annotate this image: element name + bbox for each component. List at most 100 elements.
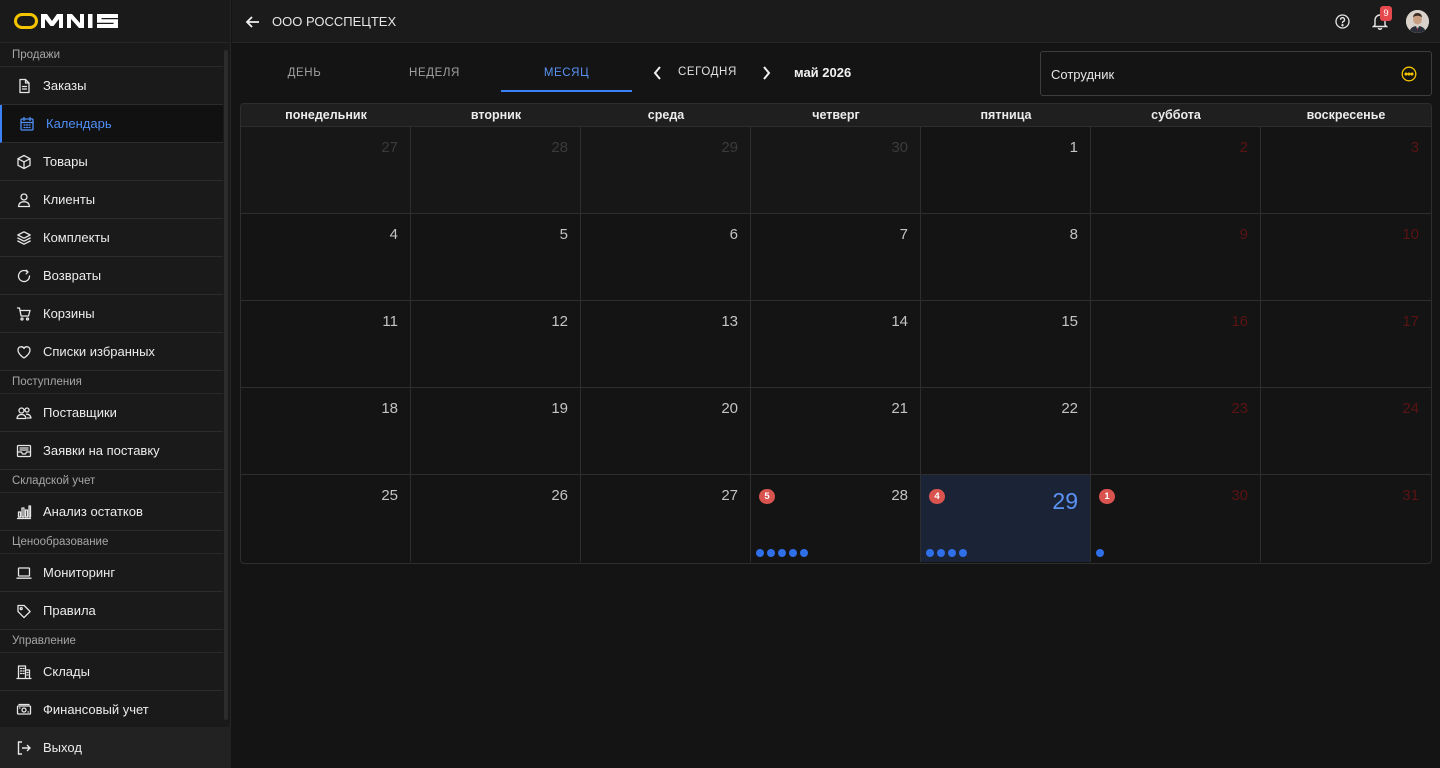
day-cell[interactable]: 17 [1261,301,1431,388]
sidebar-item-bar-chart[interactable]: Анализ остатков [0,493,223,531]
chevron-right-icon[interactable] [759,65,773,81]
top-bar: ООО РОССПЕЦТЕХ 9 [232,0,1440,43]
tab-day[interactable]: ДЕНЬ [242,44,367,92]
event-dot[interactable] [767,549,775,557]
logout-button[interactable]: Выход [0,727,231,768]
day-cell[interactable]: 9 [1091,214,1261,301]
day-cell[interactable]: 30 [751,127,921,214]
day-cell[interactable]: 28 [411,127,581,214]
sidebar-scrollbar[interactable] [224,50,228,720]
sidebar-item-users[interactable]: Поставщики [0,394,223,432]
day-cell[interactable]: 6 [581,214,751,301]
day-cell[interactable]: 24 [1261,388,1431,475]
day-cell[interactable]: 26 [411,475,581,562]
day-cell[interactable]: 2 [1091,127,1261,214]
day-number: 13 [721,313,738,330]
chevron-left-icon[interactable] [651,65,665,81]
day-cell[interactable]: 27 [241,127,411,214]
day-cell[interactable]: 20 [581,388,751,475]
day-cell[interactable]: 18 [241,388,411,475]
sidebar-item-user[interactable]: Клиенты [0,181,223,219]
event-count-badge[interactable]: 5 [759,489,775,504]
day-cell[interactable]: 23 [1091,388,1261,475]
day-cell[interactable]: 13 [581,301,751,388]
day-cell[interactable]: 5 [411,214,581,301]
day-cell[interactable]: 3 [1261,127,1431,214]
day-number: 17 [1402,313,1419,330]
event-dot[interactable] [756,549,764,557]
user-avatar[interactable] [1406,10,1429,33]
day-cell[interactable]: 29 [581,127,751,214]
day-cell[interactable]: 22 [921,388,1091,475]
sidebar-item-label: Списки избранных [43,344,155,359]
event-dot[interactable] [789,549,797,557]
tab-week[interactable]: НЕДЕЛЯ [372,44,497,92]
laptop-icon [16,565,32,581]
money-icon [16,702,32,718]
help-icon[interactable] [1334,13,1351,30]
day-number: 24 [1402,400,1419,417]
weekday-label: вторник [470,108,522,122]
weekday-header: понедельник вторник среда четверг пятница суб… [241,104,1431,127]
event-dot[interactable] [948,549,956,557]
day-cell[interactable]: 14 [751,301,921,388]
day-number: 3 [1410,139,1419,156]
event-count-badge[interactable]: 1 [1099,489,1115,504]
day-cell[interactable]: 25 [241,475,411,562]
sidebar-item-calendar[interactable]: Календарь [0,105,223,143]
sidebar-item-label: Заказы [43,78,87,93]
event-dot[interactable] [800,549,808,557]
day-cell[interactable]: 12 [411,301,581,388]
event-count-badge[interactable]: 4 [929,489,945,504]
day-cell[interactable]: 1 [921,127,1091,214]
sidebar-item-layers[interactable]: Комплекты [0,219,223,257]
day-cell[interactable]: 19 [411,388,581,475]
event-dots [1096,549,1104,557]
back-arrow-icon[interactable] [244,13,262,31]
event-dot[interactable] [1096,549,1104,557]
employee-select[interactable]: Сотрудник [1040,51,1432,96]
weekday-label: среда [647,108,685,122]
sidebar-item-inbox[interactable]: Заявки на поставку [0,432,223,470]
day-number: 28 [891,487,908,504]
day-cell-today[interactable]: 29 4 [921,475,1091,562]
sidebar-item-laptop[interactable]: Мониторинг [0,554,223,592]
sidebar-item-heart[interactable]: Списки избранных [0,333,223,371]
day-cell[interactable]: 27 [581,475,751,562]
event-dot[interactable] [778,549,786,557]
day-cell[interactable]: 10 [1261,214,1431,301]
refresh-icon [16,268,32,284]
sidebar-nav: Продажи Заказы Календарь Товары Клиенты Компл… [0,44,223,726]
day-cell[interactable]: 15 [921,301,1091,388]
day-cell[interactable]: 31 [1261,475,1431,562]
logo[interactable] [0,0,230,43]
more-options-icon[interactable] [1401,66,1417,82]
day-number: 8 [1069,226,1078,243]
sidebar-item-refresh[interactable]: Возвраты [0,257,223,295]
sidebar-item-file[interactable]: Заказы [0,67,223,105]
sidebar-item-box[interactable]: Товары [0,143,223,181]
weekday-label: понедельник [285,108,367,122]
event-dot[interactable] [937,549,945,557]
day-cell[interactable]: 7 [751,214,921,301]
sidebar-item-money[interactable]: Финансовый учет [0,691,223,726]
day-cell[interactable]: 21 [751,388,921,475]
sidebar-item-label: Возвраты [43,268,102,283]
day-cell[interactable]: 16 [1091,301,1261,388]
day-cell[interactable]: 8 [921,214,1091,301]
day-number: 31 [1402,487,1419,504]
day-cell[interactable]: 4 [241,214,411,301]
day-number: 11 [382,313,398,330]
event-dot[interactable] [959,549,967,557]
sidebar-item-tag[interactable]: Правила [0,592,223,630]
event-dot[interactable] [926,549,934,557]
day-cell[interactable]: 11 [241,301,411,388]
cart-icon [16,306,32,322]
sidebar-item-building[interactable]: Склады [0,653,223,691]
sidebar-item-cart[interactable]: Корзины [0,295,223,333]
day-cell[interactable]: 30 1 [1091,475,1261,562]
tab-month[interactable]: МЕСЯЦ [501,44,632,92]
today-button[interactable]: СЕГОДНЯ [678,66,737,78]
day-cell[interactable]: 28 5 [751,475,921,562]
notifications-count-badge: 9 [1380,6,1392,21]
